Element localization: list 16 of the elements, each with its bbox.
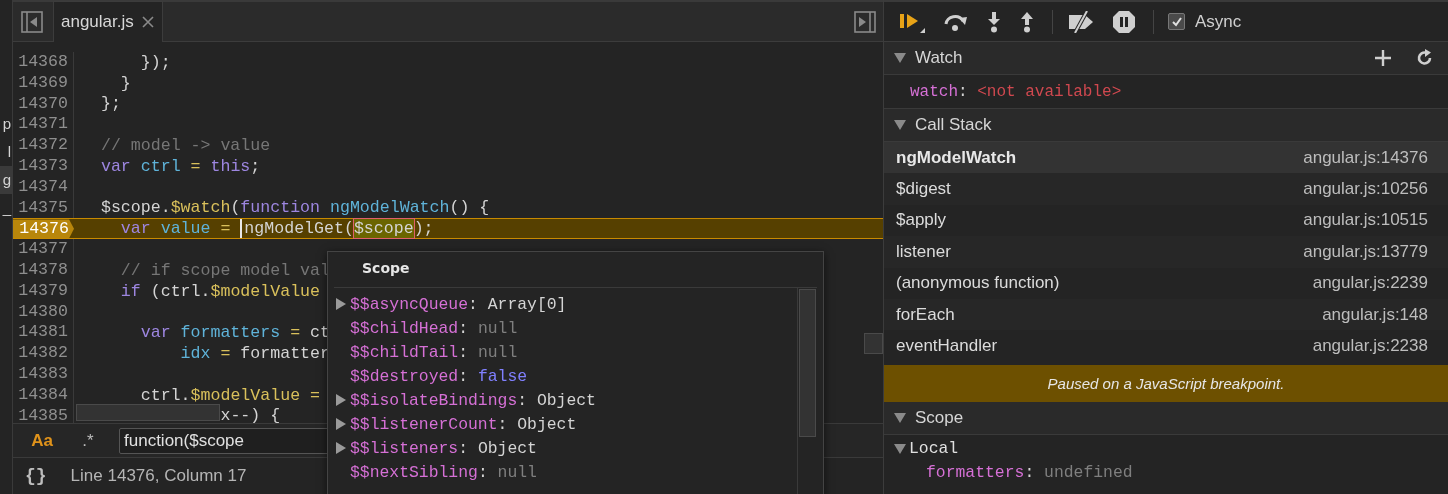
code-line: }; xyxy=(100,94,121,114)
code-line: ctrl.$modelValue = xyxy=(140,385,320,405)
code-line: // if scope model val xyxy=(120,260,330,280)
code-line: var ctrl = this; xyxy=(100,156,261,176)
code-line: } xyxy=(120,73,131,93)
code-line: var formatters = ct xyxy=(140,323,330,343)
code-line: // model -> value xyxy=(100,136,271,156)
code-line: if (ctrl.$modelValue xyxy=(120,281,321,301)
code-line: idx = formatter xyxy=(180,344,330,364)
code-line: }); xyxy=(140,52,171,72)
cursor-position: Line 14376, Column 17 xyxy=(70,466,247,486)
code-line: $scope.$watch(function ngModelWatch() { xyxy=(100,198,490,218)
paused-banner: Paused on a JavaScript breakpoint. xyxy=(884,364,1448,402)
code-line: x--) { xyxy=(220,406,281,423)
popover-title: Scope xyxy=(361,259,411,278)
async-label: Async xyxy=(1195,11,1242,32)
